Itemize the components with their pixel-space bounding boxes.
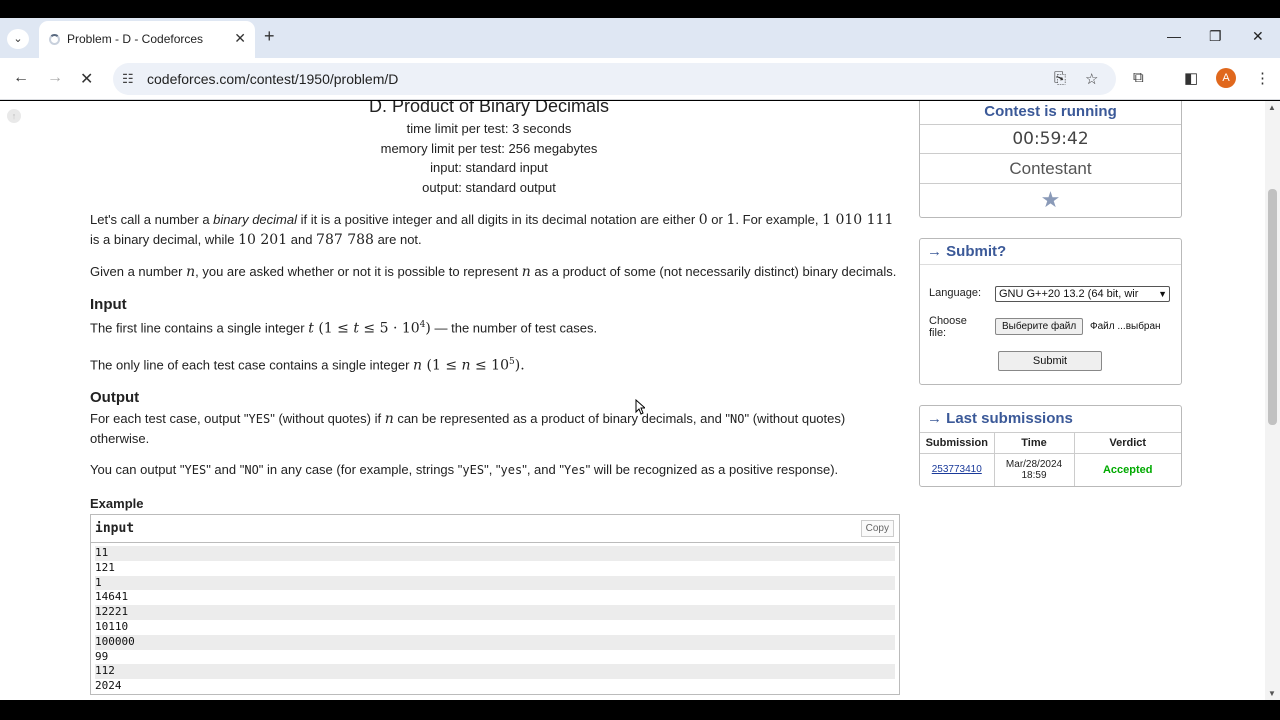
sample-input-label: input xyxy=(95,521,135,537)
submissions-table: Submission Time Verdict 253773410 Mar/28… xyxy=(920,432,1181,486)
contest-status: Contest is running xyxy=(920,101,1181,125)
problem-title: D. Product of Binary Decimals xyxy=(368,101,610,116)
last-submissions-title: → Last submissions xyxy=(927,410,1073,427)
sample-input-header: input Copy xyxy=(91,515,899,544)
language-select[interactable]: GNU G++20 13.2 (64 bit, wir ▼ xyxy=(995,286,1170,302)
submit-box: → Submit? Language: GNU G++20 13.2 (64 b… xyxy=(919,238,1182,385)
profile-avatar[interactable]: A xyxy=(1216,68,1236,88)
sample-input-line: 112 xyxy=(95,664,895,680)
browser-toolbar: ← → ✕ ☷ codeforces.com/contest/1950/prob… xyxy=(0,58,1280,100)
file-status: Файл ...выбран xyxy=(1090,321,1161,332)
scroll-up-arrow-icon[interactable]: ▲ xyxy=(1268,103,1276,112)
legend-paragraph-2: Given a number n, you are asked whether … xyxy=(90,264,897,281)
problem-statement: D. Product of Binary Decimals time limit… xyxy=(90,101,900,695)
sample-input-box: input Copy 11 121 1 14641 12221 10110 100000 99… xyxy=(90,514,900,695)
tab-search-chevron-icon[interactable]: ⌄ xyxy=(7,29,29,49)
output-heading: Output xyxy=(90,389,140,407)
page-scrollbar[interactable]: ▲ ▼ xyxy=(1265,101,1280,700)
table-row: 253773410 Mar/28/2024 18:59 Accepted xyxy=(920,453,1181,486)
choose-file-label-1: Choose xyxy=(929,315,967,327)
submit-title: → Submit? xyxy=(920,239,1181,265)
tab-close-icon[interactable]: ✕ xyxy=(234,30,246,47)
stop-loading-icon[interactable]: ✕ xyxy=(80,69,93,89)
copy-button[interactable]: Copy xyxy=(860,520,894,538)
language-value: GNU G++20 13.2 (64 bit, wir xyxy=(999,288,1139,300)
input-heading: Input xyxy=(90,296,127,314)
loading-spinner-icon xyxy=(49,34,60,45)
last-submissions-box: → Last submissions Submission Time Verdi… xyxy=(919,405,1182,487)
submissions-header-row: Submission Time Verdict xyxy=(920,432,1181,454)
mouse-cursor-icon xyxy=(635,399,645,415)
scroll-to-top-icon[interactable]: ↑ xyxy=(7,109,21,123)
contest-status-box: Contest is running 00:59:42 Contestant ★ xyxy=(919,101,1182,218)
submit-button[interactable]: Submit xyxy=(998,351,1102,371)
sample-input-line: 11 xyxy=(95,546,895,561)
contestant-role: Contestant xyxy=(920,154,1181,184)
browser-menu-icon[interactable]: ⋮ xyxy=(1255,69,1270,87)
translate-icon[interactable]: ⎘ xyxy=(1054,70,1066,87)
language-label: Language: xyxy=(929,287,981,299)
submission-time-cell: Mar/28/2024 18:59 xyxy=(994,453,1075,486)
choose-file-button[interactable]: Выберите файл xyxy=(995,318,1084,335)
choose-file-label-2: file: xyxy=(929,327,947,339)
tab-active[interactable]: Problem - D - Codeforces ✕ xyxy=(39,21,255,58)
output-paragraph-2: You can output "YES" and "NO" in any cas… xyxy=(90,462,839,478)
forward-arrow-icon[interactable]: → xyxy=(47,69,63,87)
example-heading: Example xyxy=(90,496,144,512)
address-bar[interactable]: ☷ codeforces.com/contest/1950/problem/D … xyxy=(113,63,1116,95)
header-submission: Submission xyxy=(920,432,995,454)
verdict-accepted: Accepted xyxy=(1102,463,1153,476)
submission-id-cell: 253773410 xyxy=(920,453,995,486)
input-paragraph-1: The first line contains a single integer… xyxy=(90,320,598,337)
tab-bar: ⌄ Problem - D - Codeforces ✕ + — ❐ ✕ xyxy=(0,18,1280,58)
sample-input-line: 2024 xyxy=(95,679,122,693)
submission-link[interactable]: 253773410 xyxy=(932,464,982,475)
favourite-star-icon[interactable]: ★ xyxy=(920,184,1181,216)
input-spec: input: standard input xyxy=(430,160,548,176)
scrollbar-thumb[interactable] xyxy=(1268,189,1277,425)
minimize-icon[interactable]: — xyxy=(1167,28,1181,44)
header-verdict: Verdict xyxy=(1074,432,1181,454)
output-paragraph-1: For each test case, output "YES" (withou… xyxy=(90,411,846,447)
input-paragraph-2: The only line of each test case contains… xyxy=(90,356,525,374)
sample-input-line: 1 xyxy=(95,575,895,591)
window-close-icon[interactable]: ✕ xyxy=(1252,28,1264,45)
memory-limit: memory limit per test: 256 megabytes xyxy=(380,140,598,156)
site-settings-icon[interactable]: ☷ xyxy=(122,71,134,87)
bookmark-star-icon[interactable]: ☆ xyxy=(1085,70,1098,88)
extensions-puzzle-icon[interactable]: ⧉ xyxy=(1133,69,1144,86)
contest-timer: 00:59:42 xyxy=(920,125,1181,154)
sample-input-line: 99 xyxy=(95,649,109,663)
page-viewport: ↑ D. Product of Binary Decimals time lim… xyxy=(0,101,1280,700)
new-tab-plus-icon[interactable]: + xyxy=(264,26,275,47)
header-time: Time xyxy=(994,432,1075,454)
sample-input-line: 121 xyxy=(95,560,115,574)
back-arrow-icon[interactable]: ← xyxy=(13,69,29,87)
sample-input-line: 100000 xyxy=(95,634,895,650)
url-text[interactable]: codeforces.com/contest/1950/problem/D xyxy=(147,71,398,87)
sample-input-lines: 11 121 1 14641 12221 10110 100000 99 112 2024 xyxy=(91,543,899,694)
legend-paragraph-1: Let's call a number a binary decimal if … xyxy=(90,212,894,249)
tab-title: Problem - D - Codeforces xyxy=(67,32,204,46)
restore-icon[interactable]: ❐ xyxy=(1209,28,1222,45)
sample-input-line: 12221 xyxy=(95,605,895,621)
time-limit: time limit per test: 3 seconds xyxy=(406,121,572,136)
verdict-cell: Accepted xyxy=(1074,453,1181,486)
output-spec: output: standard output xyxy=(422,179,556,195)
sample-input-line: 10110 xyxy=(95,620,129,634)
sample-input-line: 14641 xyxy=(95,590,129,604)
dropdown-chevron-icon: ▼ xyxy=(1158,289,1167,299)
scroll-down-arrow-icon[interactable]: ▼ xyxy=(1268,689,1276,698)
side-panel-icon[interactable]: ◧ xyxy=(1184,69,1198,87)
